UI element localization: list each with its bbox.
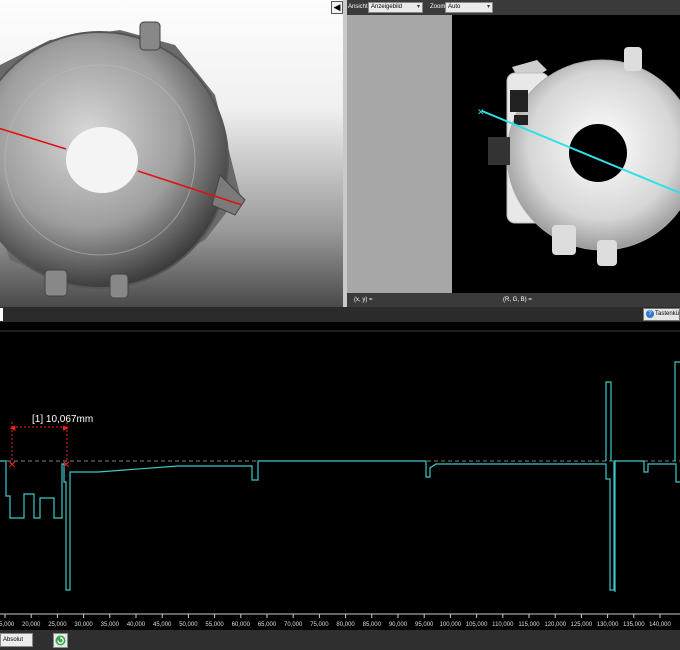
3d-part-render <box>0 21 246 299</box>
x-axis-tick-label: 75,000 <box>310 622 329 628</box>
svg-text:▶: ▶ <box>63 425 69 432</box>
x-axis-tick-label: 35,000 <box>101 622 120 628</box>
view-select-value: Anzeigebild <box>371 4 403 10</box>
marker-start: ✕ <box>8 460 16 471</box>
x-axis-tick-label: 140,000 <box>649 622 671 628</box>
3d-render-view[interactable] <box>0 0 343 307</box>
x-axis-tick-label: 115,000 <box>518 622 540 628</box>
xray-image-view[interactable]: ✕ <box>452 15 680 293</box>
bottom-toolbar <box>0 630 680 650</box>
cursor-coordinates: (x, y) = <box>354 297 373 303</box>
view-label: Ansicht <box>348 4 368 10</box>
x-axis-tick-label: 50,000 <box>179 622 198 628</box>
x-axis-tick-label: 25,000 <box>48 622 67 628</box>
x-axis-tick-label: 30,000 <box>74 622 93 628</box>
x-axis-tick-label: 15,000 <box>0 622 15 628</box>
collapse-panel-button[interactable]: ◀ <box>331 1 343 14</box>
x-axis-tick-label: 110,000 <box>492 622 514 628</box>
measurement-label: [1] 10,067mm <box>32 414 93 425</box>
horizontal-splitter[interactable] <box>0 307 680 322</box>
x-axis-tick-label: 130,000 <box>597 622 619 628</box>
x-axis-tick-label: 100,000 <box>440 622 462 628</box>
x-axis-tick-label: 125,000 <box>571 622 593 628</box>
profile-curve <box>0 460 680 591</box>
zoom-select-value: Auto <box>448 4 461 10</box>
x-axis-tick-label: 65,000 <box>258 622 277 628</box>
x-axis-tick-label: 95,000 <box>415 622 434 628</box>
measurement-annotation: ◀ ▶ ✕ ✕ [1] 10,067mm <box>8 414 93 471</box>
absolute-mode-select[interactable]: Absolut <box>0 633 33 647</box>
splitter-handle[interactable] <box>0 308 3 321</box>
svg-text:✕: ✕ <box>477 107 485 117</box>
marker-end: ✕ <box>62 460 70 471</box>
keyboard-shortcuts-label: Tastenkü <box>655 311 680 317</box>
x-axis-tick-label: 70,000 <box>284 622 303 628</box>
x-axis-tick-label: 55,000 <box>205 622 224 628</box>
x-axis-tick-label: 20,000 <box>22 622 41 628</box>
refresh-button[interactable] <box>53 633 68 648</box>
view-select[interactable]: Anzeigebild ▾ <box>368 2 423 13</box>
zoom-label: Zoom <box>430 4 446 10</box>
x-axis-tick-label: 135,000 <box>623 622 645 628</box>
x-axis-tick-label: 90,000 <box>389 622 408 628</box>
chevron-down-icon: ▾ <box>416 4 420 10</box>
x-axis-tick-label: 120,000 <box>544 622 566 628</box>
chevron-down-icon: ▾ <box>486 4 490 10</box>
zoom-select[interactable]: Auto ▾ <box>445 2 493 13</box>
pixel-rgb-readout: (R, G, B) = <box>503 297 532 303</box>
x-axis-tick-label: 60,000 <box>232 622 251 628</box>
xray-part-image: ✕ <box>477 47 680 266</box>
x-axis-tick-label: 45,000 <box>153 622 172 628</box>
profile-plot[interactable]: ◀ ▶ ✕ ✕ [1] 10,067mm 15,000 20,000 25,000 3… <box>0 322 680 630</box>
x-axis-tick-label: 105,000 <box>466 622 488 628</box>
refresh-icon <box>55 635 66 646</box>
keyboard-shortcuts-button[interactable]: ? Tastenkü <box>643 308 680 321</box>
x-axis-tick-label: 40,000 <box>127 622 146 628</box>
x-axis-tick-label: 85,000 <box>363 622 382 628</box>
profile-plot-svg: ◀ ▶ ✕ ✕ [1] 10,067mm 15,000 20,000 25,000 3… <box>0 330 680 628</box>
x-axis-tick-label: 80,000 <box>336 622 355 628</box>
image-canvas-background <box>347 15 452 293</box>
help-icon: ? <box>646 310 654 318</box>
x-axis-ticks: 15,000 20,000 25,000 30,000 35,000 40,000 45,0… <box>0 614 672 628</box>
svg-text:◀: ◀ <box>10 425 16 432</box>
